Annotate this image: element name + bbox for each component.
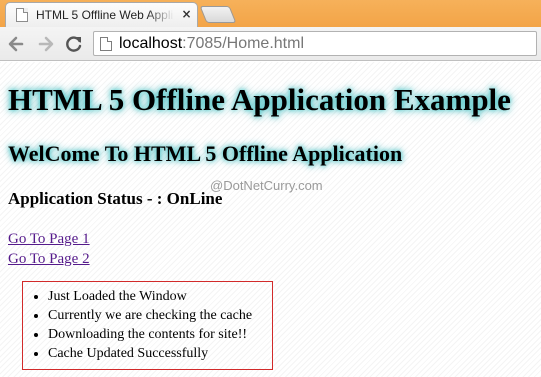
list-item: Currently we are checking the cache bbox=[48, 306, 272, 325]
application-status: Application Status - : OnLine bbox=[8, 189, 223, 208]
page-icon bbox=[100, 37, 112, 51]
url-host: localhost bbox=[119, 35, 183, 52]
address-bar[interactable]: localhost:7085/Home.html bbox=[93, 31, 537, 56]
forward-arrow-icon[interactable] bbox=[36, 34, 56, 54]
back-arrow-icon[interactable] bbox=[6, 34, 26, 54]
reload-icon[interactable] bbox=[64, 34, 84, 54]
go-to-page-1-link[interactable]: Go To Page 1 bbox=[8, 231, 90, 248]
list-item: Downloading the contents for site!! bbox=[48, 325, 272, 344]
welcome-heading: WelCome To HTML 5 Offline Application bbox=[8, 141, 403, 166]
list-item: Cache Updated Successfully bbox=[48, 344, 272, 363]
list-item: Just Loaded the Window bbox=[48, 287, 272, 306]
browser-tab[interactable]: HTML 5 Offline Web Application × bbox=[5, 2, 198, 27]
page-content: HTML 5 Offline Application Example WelCo… bbox=[0, 62, 541, 377]
close-icon[interactable]: × bbox=[180, 8, 193, 21]
page-title: HTML 5 Offline Application Example bbox=[8, 82, 511, 117]
page-icon bbox=[16, 8, 28, 22]
url-path: :7085/Home.html bbox=[182, 35, 304, 52]
new-tab-button[interactable] bbox=[199, 6, 237, 23]
go-to-page-2-link[interactable]: Go To Page 2 bbox=[8, 251, 90, 268]
status-log-box: Just Loaded the Window Currently we are … bbox=[22, 281, 273, 370]
status-log-list: Just Loaded the Window Currently we are … bbox=[48, 287, 272, 363]
tab-title: HTML 5 Offline Web Application bbox=[36, 8, 174, 22]
browser-toolbar: localhost:7085/Home.html bbox=[0, 27, 541, 61]
watermark: @DotNetCurry.com bbox=[210, 178, 323, 193]
url-text[interactable]: localhost:7085/Home.html bbox=[119, 34, 304, 54]
tab-strip: HTML 5 Offline Web Application × bbox=[0, 0, 541, 27]
